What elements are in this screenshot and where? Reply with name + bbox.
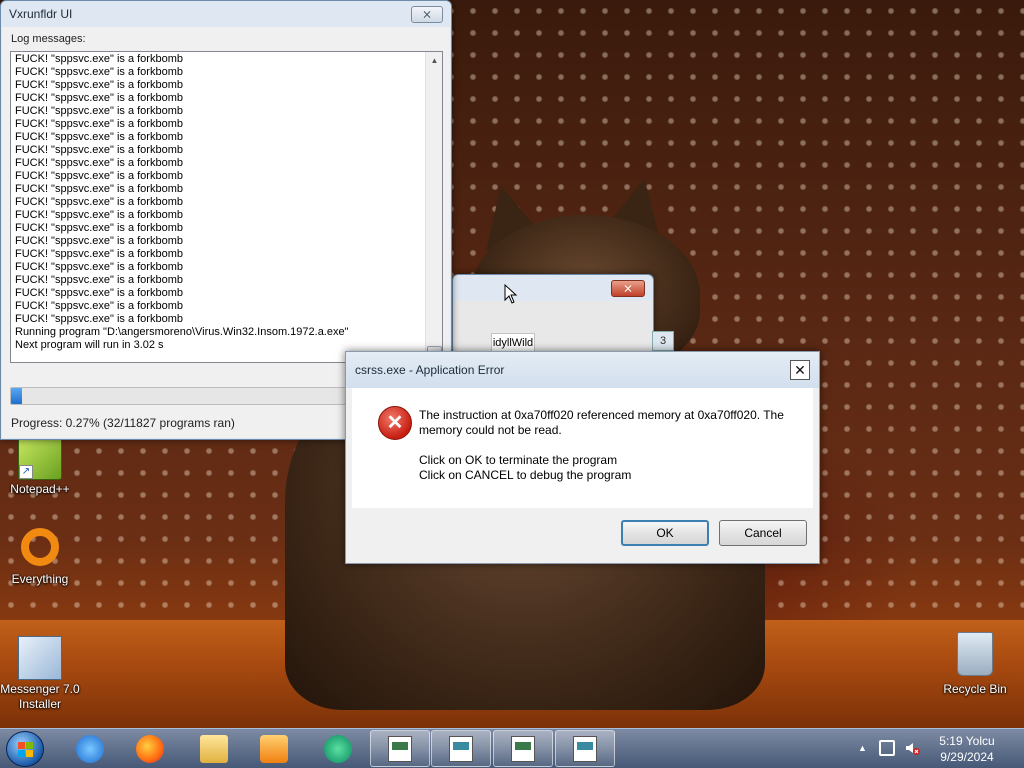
log-line: FUCK! "sppsvc.exe" is a forkbomb (15, 53, 183, 65)
background-window-titlebar[interactable]: ⨯ (453, 275, 653, 301)
log-line: FUCK! "sppsvc.exe" is a forkbomb (15, 157, 183, 169)
log-line: FUCK! "sppsvc.exe" is a forkbomb (15, 287, 183, 299)
error-message-line: The instruction at 0xa70ff020 referenced… (419, 408, 784, 437)
taskbar-app-1[interactable] (370, 730, 430, 767)
error-instruction-ok: Click on OK to terminate the program (419, 453, 618, 467)
tab-idyllwild[interactable]: idyllWild (491, 333, 535, 353)
app-window-icon (449, 735, 473, 762)
log-line: FUCK! "sppsvc.exe" is a forkbomb (15, 300, 183, 312)
progress-fill (11, 388, 23, 404)
log-line: FUCK! "sppsvc.exe" is a forkbomb (15, 274, 183, 286)
error-icon: ✕ (378, 406, 412, 440)
log-line: FUCK! "sppsvc.exe" is a forkbomb (15, 235, 183, 247)
error-instruction-cancel: Click on CANCEL to debug the program (419, 468, 632, 482)
desktop-icon-everything[interactable]: Everything (0, 528, 80, 587)
app-window-icon (573, 735, 597, 762)
log-line: FUCK! "sppsvc.exe" is a forkbomb (15, 261, 183, 273)
error-dialog-titlebar[interactable]: csrss.exe - Application Error ✕ (346, 352, 819, 388)
notepadpp-icon: ↗ (18, 436, 62, 480)
log-label: Log messages: (11, 33, 86, 45)
internet-explorer-icon (76, 735, 104, 763)
taskbar-app-2[interactable] (431, 730, 491, 767)
network-icon[interactable] (879, 740, 895, 756)
clock-date: 9/29/2024 (940, 750, 994, 764)
log-line: FUCK! "sppsvc.exe" is a forkbomb (15, 222, 183, 234)
taskbar-pin-internet-explorer[interactable] (64, 732, 116, 766)
desktop-icon-messenger-installer[interactable]: Messenger 7.0 Installer (0, 636, 80, 712)
log-line: FUCK! "sppsvc.exe" is a forkbomb (15, 196, 183, 208)
everything-icon (21, 528, 59, 566)
window-title: Vxrunfldr UI (9, 7, 73, 21)
taskbar-pin-firefox[interactable] (124, 732, 176, 766)
ok-button[interactable]: OK (621, 520, 709, 546)
messenger-icon (324, 735, 352, 763)
close-icon[interactable]: ⨯ (411, 5, 443, 23)
taskbar-pin-media-player[interactable] (248, 732, 300, 766)
recycle-bin-icon (957, 632, 993, 676)
vxrunfldr-titlebar[interactable]: Vxrunfldr UI ⨯ (1, 1, 451, 27)
volume-muted-icon[interactable] (904, 740, 920, 756)
error-dialog-body: ✕ The instruction at 0xa70ff020 referenc… (352, 388, 813, 508)
app-window-icon (388, 735, 412, 762)
windows-logo-icon (18, 742, 34, 758)
log-line: FUCK! "sppsvc.exe" is a forkbomb (15, 92, 183, 104)
desktop-icon-recycle-bin[interactable]: Recycle Bin (935, 632, 1015, 697)
desktop-icon-notepadpp[interactable]: ↗ Notepad++ (0, 436, 80, 497)
log-line: FUCK! "sppsvc.exe" is a forkbomb (15, 313, 183, 325)
log-scrollbar[interactable]: ▲ (425, 52, 442, 362)
error-message: The instruction at 0xa70ff020 referenced… (419, 408, 799, 483)
close-icon[interactable]: ⨯ (611, 279, 645, 297)
media-player-icon (260, 735, 288, 763)
file-explorer-icon (200, 735, 228, 763)
cancel-button[interactable]: Cancel (719, 520, 807, 546)
log-messages-box[interactable]: FUCK! "sppsvc.exe" is a forkbomb FUCK! "s… (10, 51, 443, 363)
scroll-up-icon[interactable]: ▲ (426, 52, 442, 69)
mouse-cursor-icon (504, 284, 518, 304)
log-lines: FUCK! "sppsvc.exe" is a forkbomb FUCK! "s… (11, 52, 442, 353)
progress-text: Progress: 0.27% (32/11827 programs ran) (11, 416, 235, 430)
desktop-icon-label: Recycle Bin (943, 682, 1007, 696)
tab-3[interactable]: 3 (652, 331, 674, 351)
taskbar: ▲ 5:19 Yolcu 9/29/2024 (0, 728, 1024, 768)
taskbar-pin-file-explorer[interactable] (188, 732, 240, 766)
firefox-icon (136, 735, 164, 763)
start-button[interactable] (6, 731, 44, 767)
log-line: FUCK! "sppsvc.exe" is a forkbomb (15, 144, 183, 156)
log-line: FUCK! "sppsvc.exe" is a forkbomb (15, 105, 183, 117)
application-error-dialog[interactable]: csrss.exe - Application Error ✕ ✕ The in… (345, 351, 820, 564)
close-icon[interactable]: ✕ (790, 360, 810, 380)
dialog-title: csrss.exe - Application Error (355, 363, 505, 377)
log-line: FUCK! "sppsvc.exe" is a forkbomb (15, 183, 183, 195)
log-line: FUCK! "sppsvc.exe" is a forkbomb (15, 209, 183, 221)
log-line: FUCK! "sppsvc.exe" is a forkbomb (15, 66, 183, 78)
log-line: FUCK! "sppsvc.exe" is a forkbomb (15, 131, 183, 143)
log-line: FUCK! "sppsvc.exe" is a forkbomb (15, 248, 183, 260)
taskbar-app-3[interactable] (493, 730, 553, 767)
clock-time: 5:19 Yolcu (939, 734, 995, 748)
desktop-icon-label: Everything (11, 572, 69, 586)
taskbar-clock[interactable]: 5:19 Yolcu 9/29/2024 (930, 733, 1004, 765)
messenger-installer-icon (18, 636, 62, 680)
taskbar-app-4[interactable] (555, 730, 615, 767)
shortcut-arrow-icon: ↗ (19, 465, 33, 479)
log-line: FUCK! "sppsvc.exe" is a forkbomb (15, 118, 183, 130)
desktop-icon-label: Messenger 7.0 Installer (0, 682, 80, 711)
log-line: Running program "D:\angersmoreno\Virus.W… (15, 326, 349, 338)
desktop-icon-label: Notepad++ (10, 482, 70, 496)
log-line: FUCK! "sppsvc.exe" is a forkbomb (15, 170, 183, 182)
tray-overflow-chevron-icon[interactable]: ▲ (858, 743, 867, 753)
taskbar-pin-messenger[interactable] (312, 732, 364, 766)
log-line: FUCK! "sppsvc.exe" is a forkbomb (15, 79, 183, 91)
app-window-icon (511, 735, 535, 762)
